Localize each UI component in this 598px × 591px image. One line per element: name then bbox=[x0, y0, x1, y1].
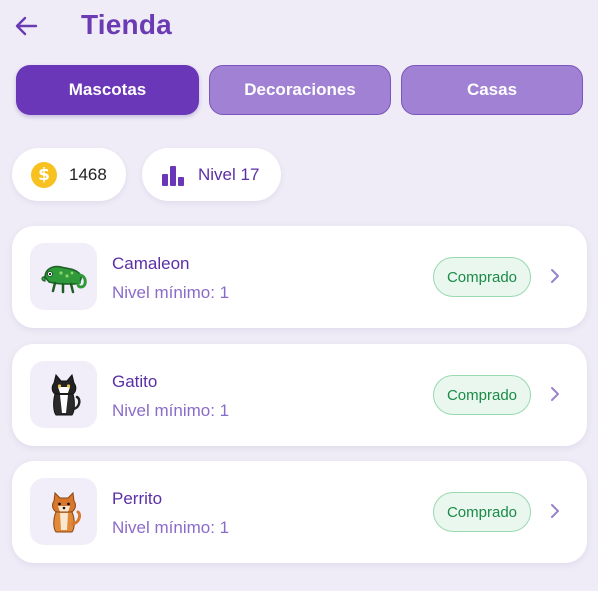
chameleon-icon bbox=[40, 265, 87, 293]
coin-icon: $ bbox=[31, 161, 57, 188]
item-name: Camaleon bbox=[112, 254, 190, 273]
cat-icon bbox=[51, 373, 81, 415]
dog-icon bbox=[51, 491, 81, 532]
level-label: Nivel 17 bbox=[198, 164, 260, 184]
item-min-level: Nivel mínimo: 1 bbox=[112, 518, 230, 537]
chevron-right-icon[interactable] bbox=[547, 266, 563, 286]
item-min-level: Nivel mínimo: 1 bbox=[112, 283, 230, 302]
shop-item-card[interactable]: Perrito Nivel mínimo: 1 Comprado bbox=[12, 461, 587, 563]
page-title: Tienda bbox=[81, 9, 172, 40]
bar-chart-icon bbox=[162, 165, 184, 186]
back-button[interactable] bbox=[12, 12, 40, 40]
item-thumbnail bbox=[30, 243, 97, 310]
tab-decoraciones[interactable]: Decoraciones bbox=[209, 65, 391, 115]
item-name: Gatito bbox=[112, 372, 158, 391]
purchased-badge: Comprado bbox=[433, 257, 531, 297]
app-header: Tienda bbox=[0, 0, 598, 52]
tab-mascotas[interactable]: Mascotas bbox=[16, 65, 199, 115]
coins-value: 1468 bbox=[69, 164, 107, 184]
chevron-right-icon[interactable] bbox=[547, 384, 563, 404]
chevron-right-icon[interactable] bbox=[547, 501, 563, 521]
coins-chip: $ 1468 bbox=[12, 148, 126, 201]
purchased-badge: Comprado bbox=[433, 375, 531, 415]
shop-item-card[interactable]: Camaleon Nivel mínimo: 1 Comprado bbox=[12, 226, 587, 328]
item-thumbnail bbox=[30, 478, 97, 545]
item-name: Perrito bbox=[112, 489, 163, 508]
shop-item-card[interactable]: Gatito Nivel mínimo: 1 Comprado bbox=[12, 344, 587, 446]
item-thumbnail bbox=[30, 361, 97, 428]
tab-casas[interactable]: Casas bbox=[401, 65, 583, 115]
item-min-level: Nivel mínimo: 1 bbox=[112, 401, 230, 420]
arrow-left-icon bbox=[15, 16, 38, 36]
purchased-badge: Comprado bbox=[433, 492, 531, 532]
level-chip: Nivel 17 bbox=[142, 148, 281, 201]
category-tabs: Mascotas Decoraciones Casas bbox=[16, 65, 583, 117]
